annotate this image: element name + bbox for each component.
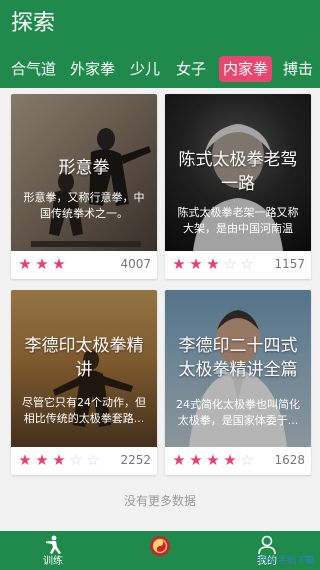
star-filled-icon: ★	[189, 451, 204, 469]
star-filled-icon: ★	[172, 255, 187, 273]
course-title: 李德印二十四式太极拳精讲全篇	[178, 336, 298, 380]
star-filled-icon: ★	[35, 255, 50, 273]
course-thumbnail: 形意拳 形意拳，又称行意拳，中国传统拳术之一。	[11, 94, 157, 251]
star-filled-icon: ★	[35, 451, 50, 469]
star-filled-icon: ★	[189, 255, 204, 273]
star-filled-icon: ★	[52, 451, 67, 469]
star-empty-icon: ☆	[86, 451, 101, 469]
tab-women[interactable]: 女子	[174, 56, 208, 82]
view-count: 1157	[274, 257, 305, 271]
star-filled-icon: ★	[223, 451, 238, 469]
course-card[interactable]: 陈式太极拳老驾一路 陈式太极拳老架一路又称大架，是由中国河南温县... ★★★☆…	[165, 94, 311, 279]
course-title: 陈式太极拳老驾一路	[178, 150, 298, 194]
star-filled-icon: ★	[206, 255, 221, 273]
tab-children[interactable]: 少儿	[128, 56, 162, 82]
course-thumbnail: 李德印太极拳精讲 尽管它只有24个动作，但相比传统的太极拳套路...	[11, 290, 157, 447]
taiji-emblem-icon	[150, 536, 170, 556]
star-empty-icon: ☆	[69, 451, 84, 469]
star-rating: ★ ★ ★ ☆ ☆	[17, 451, 102, 469]
star-filled-icon: ★	[172, 451, 187, 469]
course-thumbnail: 陈式太极拳老驾一路 陈式太极拳老架一路又称大架，是由中国河南温县...	[165, 94, 311, 251]
course-card[interactable]: 形意拳 形意拳，又称行意拳，中国传统拳术之一。 ★ ★ ★ 4007	[11, 94, 157, 279]
course-title: 李德印太极拳精讲	[24, 336, 144, 380]
star-filled-icon: ★	[18, 451, 33, 469]
star-filled-icon: ★	[18, 255, 33, 273]
no-more-data-label: 没有更多数据	[123, 494, 196, 508]
nav-training[interactable]: 训练	[0, 531, 106, 570]
star-rating: ★ ★ ★ ☆ ☆	[171, 255, 256, 273]
course-card[interactable]: 李德印太极拳精讲 尽管它只有24个动作，但相比传统的太极拳套路... ★ ★ ★ ☆ ☆…	[11, 290, 157, 475]
course-description: 24式简化太极拳也叫简化太极拳，是国家体委于...	[176, 398, 300, 427]
star-empty-icon: ☆	[240, 255, 255, 273]
course-description: 陈式太极拳老架一路又称大架，是由中国河南温县...	[177, 206, 299, 235]
star-empty-icon: ☆	[240, 451, 255, 469]
nav-training-label: 训练	[43, 556, 63, 567]
view-count: 4007	[120, 257, 151, 271]
category-tabs: 合气道 外家拳 少儿 女子 内家拳 搏击	[0, 53, 320, 85]
app-bar: 探索 合气道 外家拳 少儿 女子 内家拳 搏击	[0, 0, 320, 88]
page-title: 探索	[11, 11, 56, 36]
course-card[interactable]: 李德印二十四式太极拳精讲全篇 24式简化太极拳也叫简化太极拳，是国家体委于...…	[165, 290, 311, 475]
bottom-navigation: 训练 我的 Pc6 手机下载	[0, 531, 320, 570]
course-thumbnail: 李德印二十四式太极拳精讲全篇 24式简化太极拳也叫简化太极拳，是国家体委于...	[165, 290, 311, 447]
martial-artist-icon	[46, 535, 61, 554]
tab-combat[interactable]: 搏击	[281, 56, 315, 82]
star-filled-icon: ★	[52, 255, 67, 273]
tab-aikido[interactable]: 合气道	[9, 56, 58, 82]
nav-center-emblem[interactable]	[107, 531, 213, 570]
course-description: 尽管它只有24个动作，但相比传统的太极拳套路...	[22, 396, 146, 425]
star-filled-icon: ★	[206, 451, 221, 469]
star-empty-icon: ☆	[223, 255, 238, 273]
course-title: 形意拳	[58, 158, 110, 178]
star-rating: ★ ★ ★ ★ ☆	[171, 451, 256, 469]
watermark-logo: Pc6 手机下载	[259, 556, 314, 566]
view-count: 2252	[120, 453, 151, 467]
course-description: 形意拳，又称行意拳，中国传统拳术之一。	[23, 191, 145, 220]
tab-internal-boxing[interactable]: 内家拳	[219, 56, 273, 82]
star-rating: ★ ★ ★	[17, 255, 68, 273]
tab-external-boxing[interactable]: 外家拳	[68, 56, 117, 82]
view-count: 1628	[274, 453, 305, 467]
